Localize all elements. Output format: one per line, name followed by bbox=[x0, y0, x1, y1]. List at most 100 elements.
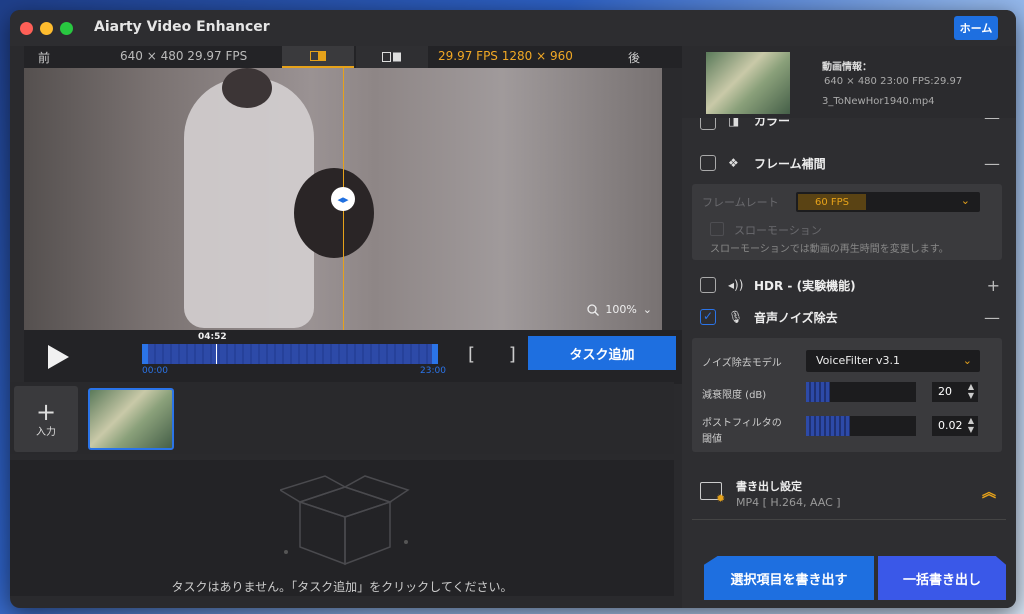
compare-bar: 前 640 × 480 29.97 FPS 29.97 FPS 1280 × 9… bbox=[24, 46, 688, 68]
end-time: 23:00 bbox=[420, 366, 446, 376]
module-row-noise[interactable]: ✓ 🎙 音声ノイズ除去 — bbox=[682, 302, 1016, 332]
noise-label: 音声ノイズ除去 bbox=[754, 310, 838, 325]
noise-settings: ノイズ除去モデル VoiceFilter v3.1 ⌄ 減衰限度 (dB) 20… bbox=[692, 338, 1002, 452]
trim-brackets[interactable]: [ ] bbox=[468, 344, 530, 365]
video-preview[interactable]: ◂▸ 100% ⌄ bbox=[24, 68, 662, 330]
chevron-down-icon: ⌄ bbox=[642, 303, 652, 316]
hdr-icon: ◂)) bbox=[728, 278, 744, 292]
video-info-thumbnail bbox=[706, 52, 790, 114]
input-strip: + 入力 bbox=[10, 382, 674, 454]
app-window: Aiarty Video Enhancer ホーム 前 640 × 480 29… bbox=[10, 10, 1016, 608]
attenuation-stepper[interactable]: 20 ▲ ▼ bbox=[932, 382, 978, 402]
noise-checkbox[interactable]: ✓ bbox=[700, 309, 716, 325]
video-info-specs: 640 × 480 23:00 FPS:29.97 bbox=[824, 76, 963, 87]
module-row-color[interactable]: ◨ カラー — bbox=[682, 118, 1016, 134]
post-filter-value: 0.02 bbox=[938, 419, 963, 432]
start-time: 00:00 bbox=[142, 366, 168, 376]
add-input-button[interactable]: + 入力 bbox=[14, 386, 78, 452]
collapse-icon[interactable]: — bbox=[984, 308, 1000, 327]
current-time: 04:52 bbox=[198, 332, 227, 342]
attenuation-label: 減衰限度 (dB) bbox=[702, 390, 767, 401]
export-format: MP4 [ H.264, AAC ] bbox=[736, 496, 841, 509]
export-settings-title: 書き出し設定 bbox=[736, 480, 802, 493]
post-filter-slider[interactable] bbox=[806, 416, 916, 436]
empty-box-icon bbox=[280, 475, 410, 566]
frame-rate-label: フレームレート bbox=[702, 196, 779, 209]
noise-model-value: VoiceFilter v3.1 bbox=[816, 354, 901, 367]
side-by-side-icon bbox=[382, 52, 401, 62]
slow-motion-checkbox[interactable] bbox=[710, 222, 724, 236]
stepper-arrows-icon[interactable]: ▲ ▼ bbox=[968, 416, 974, 434]
module-row-hdr[interactable]: ◂)) HDR - (実験機能) + bbox=[682, 270, 1016, 300]
stepper-arrows-icon[interactable]: ▲ ▼ bbox=[968, 382, 974, 400]
task-list: タスクはありません。「タスク追加」をクリックしてください。 bbox=[10, 460, 674, 596]
video-filename: 3_ToNewHor1940.mp4 bbox=[822, 96, 935, 107]
collapse-icon[interactable]: — bbox=[984, 118, 1000, 127]
empty-task-message: タスクはありません。「タスク追加」をクリックしてください。 bbox=[171, 580, 513, 594]
video-info: 動画情報： 640 × 480 23:00 FPS:29.97 3_ToNewH… bbox=[682, 46, 1016, 118]
zoom-control[interactable]: 100% ⌄ bbox=[587, 303, 652, 316]
noise-model-label: ノイズ除去モデル bbox=[702, 358, 782, 369]
output-info: 29.97 FPS 1280 × 960 bbox=[438, 49, 573, 63]
timeline-bar: 04:52 00:00 23:00 [ ] タスク追加 bbox=[24, 330, 688, 384]
collapse-icon[interactable]: — bbox=[984, 154, 1000, 173]
chevron-down-icon: ⌄ bbox=[960, 194, 970, 207]
magnifier-icon bbox=[587, 303, 600, 316]
playhead[interactable] bbox=[216, 344, 217, 364]
color-label: カラー bbox=[754, 118, 791, 128]
export-settings[interactable]: ✹ 書き出し設定 MP4 [ H.264, AAC ] ︽ bbox=[692, 464, 1006, 520]
split-view-icon bbox=[310, 51, 326, 61]
add-task-button[interactable]: タスク追加 bbox=[528, 336, 676, 370]
export-all-button[interactable]: 一括書き出し bbox=[878, 556, 1006, 600]
attenuation-slider-fill bbox=[806, 382, 830, 402]
gear-icon: ✹ bbox=[716, 492, 726, 505]
home-button[interactable]: ホーム bbox=[954, 16, 998, 40]
microphone-icon: 🎙 bbox=[728, 310, 744, 324]
frame-interp-icon: ❖ bbox=[728, 156, 739, 170]
post-filter-slider-fill bbox=[806, 416, 850, 436]
slow-motion-label: スローモーション bbox=[734, 224, 822, 237]
side-by-side-button[interactable] bbox=[356, 46, 428, 68]
video-child bbox=[294, 168, 374, 258]
module-row-frame-interp[interactable]: ❖ フレーム補間 — bbox=[682, 148, 1016, 178]
app-title: Aiarty Video Enhancer bbox=[94, 19, 270, 35]
color-checkbox[interactable] bbox=[700, 118, 716, 130]
split-view-button[interactable] bbox=[282, 46, 354, 68]
chevron-down-icon: ⌄ bbox=[962, 354, 972, 367]
compare-drag-handle[interactable]: ◂▸ bbox=[331, 187, 355, 211]
double-chevron-up-icon[interactable]: ︽ bbox=[982, 482, 996, 502]
frame-interp-checkbox[interactable] bbox=[700, 155, 716, 171]
slow-motion-note: スローモーションでは動画の再生時間を変更します。 bbox=[710, 244, 949, 255]
title-bar: Aiarty Video Enhancer ホーム bbox=[10, 10, 1016, 46]
frame-interp-label: フレーム補間 bbox=[754, 156, 826, 171]
noise-model-select[interactable]: VoiceFilter v3.1 ⌄ bbox=[806, 350, 980, 372]
play-icon[interactable] bbox=[42, 342, 72, 372]
plus-icon: + bbox=[35, 397, 57, 426]
post-filter-label-line2: 閾値 bbox=[702, 434, 722, 445]
video-figure-head bbox=[222, 68, 272, 108]
before-label: 前 bbox=[38, 51, 51, 65]
after-label: 後 bbox=[627, 51, 640, 65]
hdr-label: HDR - (実験機能) bbox=[754, 278, 856, 293]
frame-interp-settings: フレームレート 60 FPS ⌄ スローモーション スローモーションでは動画の再… bbox=[692, 184, 1002, 260]
hdr-checkbox[interactable] bbox=[700, 277, 716, 293]
export-selected-button[interactable]: 選択項目を書き出す bbox=[704, 556, 874, 600]
zoom-window-button[interactable] bbox=[60, 22, 73, 35]
frame-rate-select[interactable]: 60 FPS ⌄ bbox=[796, 192, 980, 212]
zoom-level: 100% bbox=[605, 303, 637, 316]
video-info-title: 動画情報： bbox=[822, 62, 872, 73]
settings-panel: 動画情報： 640 × 480 23:00 FPS:29.97 3_ToNewH… bbox=[682, 46, 1016, 608]
add-input-label: 入力 bbox=[36, 426, 56, 438]
minimize-window-button[interactable] bbox=[40, 22, 53, 35]
attenuation-value: 20 bbox=[938, 385, 952, 398]
color-icon: ◨ bbox=[728, 118, 740, 128]
attenuation-slider[interactable] bbox=[806, 382, 916, 402]
timeline-track[interactable] bbox=[142, 344, 438, 364]
input-thumbnail[interactable] bbox=[88, 388, 174, 450]
post-filter-stepper[interactable]: 0.02 ▲ ▼ bbox=[932, 416, 978, 436]
post-filter-label-line1: ポストフィルタの bbox=[702, 418, 782, 429]
source-info: 640 × 480 29.97 FPS bbox=[120, 49, 248, 63]
frame-rate-value: 60 FPS bbox=[798, 194, 866, 210]
expand-icon[interactable]: + bbox=[987, 276, 1000, 295]
close-window-button[interactable] bbox=[20, 22, 33, 35]
